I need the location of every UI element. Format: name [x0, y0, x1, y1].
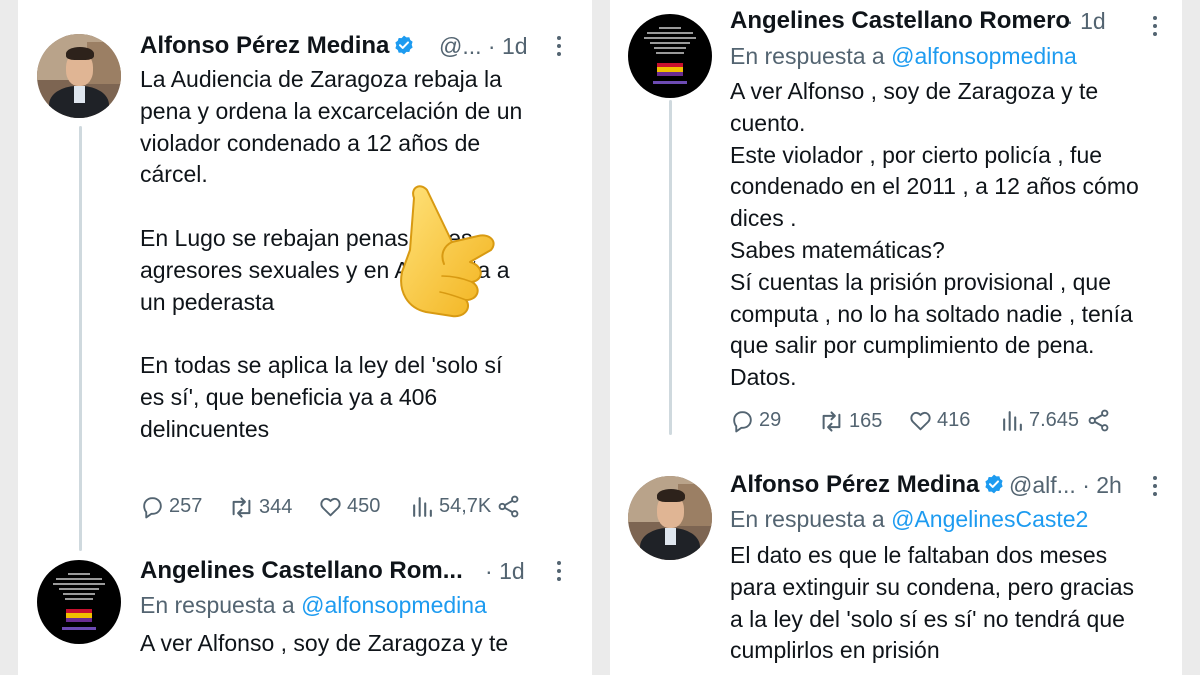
tweet-actions: 257 344 450 54,7K — [140, 494, 560, 524]
reply-icon — [730, 408, 755, 433]
more-icon[interactable] — [1152, 16, 1158, 40]
mention-link[interactable]: @AngelinesCaste2 — [891, 506, 1088, 532]
views-count: 54,7K — [439, 495, 492, 517]
avatar-alfonso[interactable] — [628, 476, 712, 560]
reply-count: 257 — [169, 495, 203, 517]
retweet-count: 165 — [849, 410, 883, 432]
share-icon — [496, 494, 521, 519]
more-icon[interactable] — [556, 561, 562, 585]
share-icon — [1086, 408, 1111, 433]
verified-icon — [983, 473, 1005, 495]
tweet-text: La Audiencia de Zaragoza rebaja la pena … — [140, 66, 523, 442]
left-screenshot-panel: Alfonso Pérez Medina @... · 1d La Audien… — [18, 0, 592, 675]
reply-button[interactable]: 257 — [140, 494, 202, 519]
reply-context: En respuesta a @alfonsopmedina — [730, 43, 1077, 69]
like-icon — [318, 494, 343, 519]
views-icon — [410, 494, 435, 519]
author-handle[interactable]: @alf... — [1009, 472, 1076, 498]
tweet-time[interactable]: 1d — [502, 33, 528, 59]
tweet-time[interactable]: 1d — [1080, 8, 1106, 34]
views-count: 7.645 — [1029, 409, 1080, 431]
author-handle[interactable]: @... — [439, 33, 482, 59]
like-count: 416 — [937, 409, 971, 431]
retweet-button[interactable]: 165 — [818, 408, 882, 435]
retweet-button[interactable]: 344 — [228, 494, 292, 521]
reply-button[interactable]: 29 — [730, 408, 781, 433]
tweet-text: A ver Alfonso , soy de Zaragoza y te cue… — [730, 78, 1139, 391]
mention-link[interactable]: @alfonsopmedina — [891, 43, 1077, 69]
views-icon — [1000, 408, 1025, 433]
avatar-alfonso[interactable] — [37, 34, 121, 118]
more-icon[interactable] — [1152, 476, 1158, 500]
verified-icon — [393, 34, 415, 56]
tweet-time[interactable]: 2h — [1096, 472, 1122, 498]
tweet-meta: · 1d — [1066, 8, 1106, 34]
tweet-meta: · 1d — [485, 558, 525, 584]
share-button[interactable] — [496, 494, 525, 519]
retweet-icon — [228, 494, 255, 521]
like-count: 450 — [347, 495, 381, 517]
views-button[interactable]: 7.645 — [1000, 408, 1079, 433]
more-icon[interactable] — [556, 36, 562, 60]
tweet-time[interactable]: 1d — [499, 558, 525, 584]
retweet-count: 344 — [259, 496, 293, 518]
like-icon — [908, 408, 933, 433]
retweet-icon — [818, 408, 845, 435]
author-name[interactable]: Alfonso Pérez Medina — [730, 471, 1005, 499]
tweet-meta: @alf... · 2h — [1009, 472, 1122, 498]
right-screenshot-panel: Angelines Castellano Romero · 1d En resp… — [610, 0, 1182, 675]
tweet-text: El dato es que le faltaban dos meses par… — [730, 542, 1135, 664]
author-name[interactable]: Angelines Castellano Rom... — [140, 557, 463, 585]
like-button[interactable]: 450 — [318, 494, 380, 519]
thread-line — [669, 100, 672, 435]
pointing-hand-emoji — [400, 185, 495, 318]
tweet-meta: @... · 1d — [439, 33, 528, 59]
avatar-angelines[interactable] — [37, 560, 121, 644]
thread-line — [79, 126, 82, 551]
share-button[interactable] — [1086, 408, 1115, 433]
reply-context: En respuesta a @alfonsopmedina — [140, 592, 487, 618]
author-name[interactable]: Angelines Castellano Romero — [730, 7, 1070, 35]
author-name[interactable]: Alfonso Pérez Medina — [140, 32, 415, 60]
avatar-angelines[interactable] — [628, 14, 712, 98]
views-button[interactable]: 54,7K — [410, 494, 491, 519]
reply-count: 29 — [759, 409, 782, 431]
reply-icon — [140, 494, 165, 519]
reply-context: En respuesta a @AngelinesCaste2 — [730, 506, 1089, 532]
mention-link[interactable]: @alfonsopmedina — [301, 592, 487, 618]
tweet-actions: 29 165 416 7.645 — [730, 408, 1150, 438]
tweet-text: A ver Alfonso , soy de Zaragoza y te — [140, 630, 509, 656]
like-button[interactable]: 416 — [908, 408, 970, 433]
